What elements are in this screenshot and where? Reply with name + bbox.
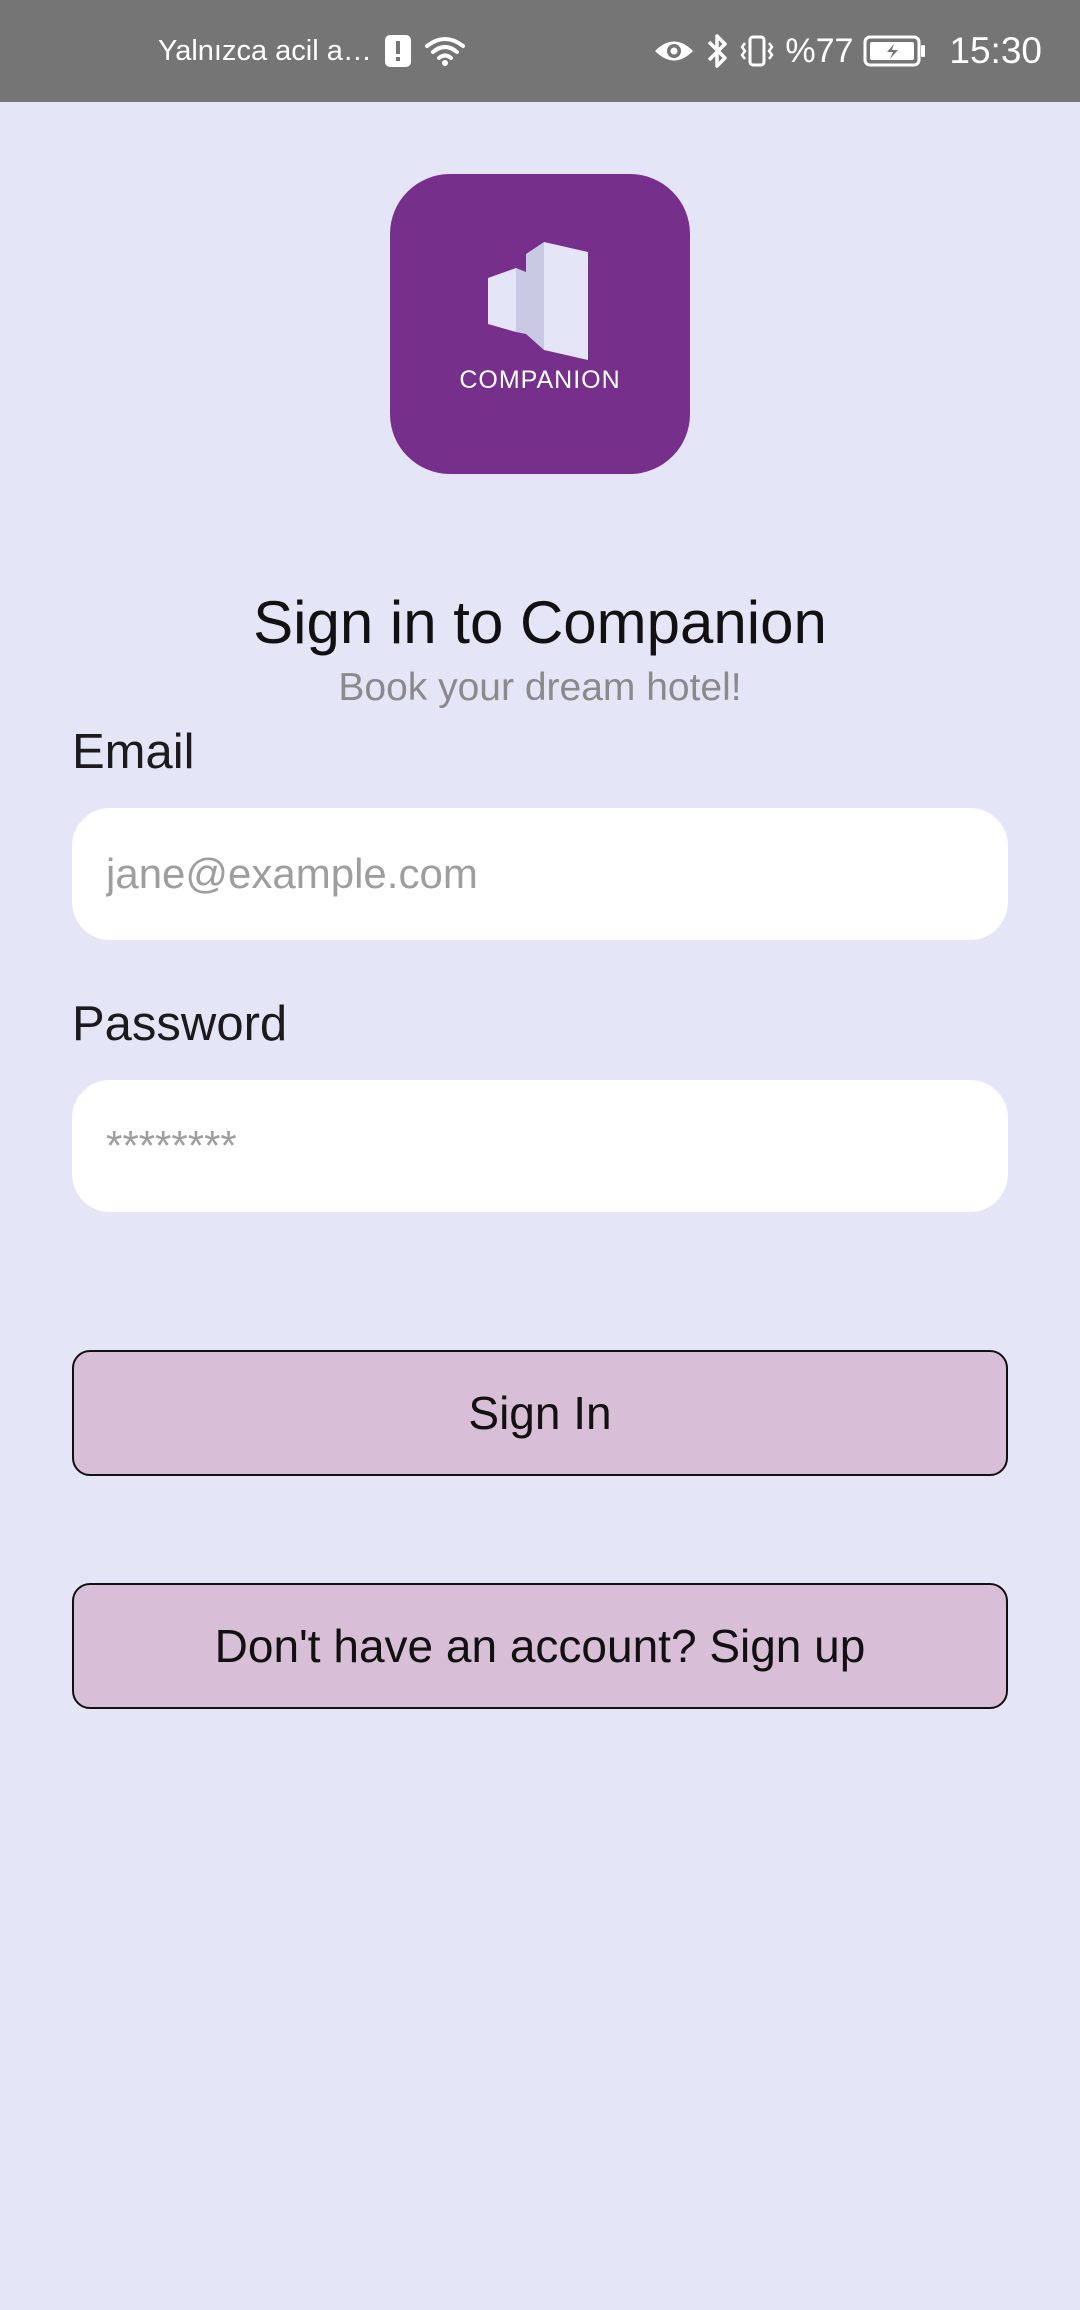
status-right: %77 15:30 [653, 0, 1042, 102]
building-icon [486, 240, 594, 365]
page-title: Sign in to Companion [253, 589, 827, 656]
status-left: Yalnızca acil a… [158, 0, 466, 102]
alert-icon [384, 34, 412, 68]
sign-up-button[interactable]: Don't have an account? Sign up [72, 1583, 1008, 1709]
app-logo: COMPANION [390, 174, 690, 474]
eye-icon [653, 36, 695, 66]
clock: 15:30 [949, 30, 1042, 71]
sign-in-button[interactable]: Sign In [72, 1350, 1008, 1476]
vibrate-icon [739, 33, 775, 69]
email-label: Email [72, 725, 195, 779]
logo-text: COMPANION [459, 366, 621, 394]
password-field[interactable] [72, 1080, 1008, 1212]
carrier-text: Yalnızca acil a… [158, 34, 372, 67]
battery-icon [863, 35, 927, 67]
email-field[interactable] [72, 808, 1008, 940]
bluetooth-icon [705, 32, 729, 70]
password-label: Password [72, 997, 288, 1051]
battery-percent: %77 [785, 31, 854, 70]
wifi-icon [424, 34, 466, 68]
page-subtitle: Book your dream hotel! [338, 666, 742, 709]
status-bar: Yalnızca acil a… %77 15:30 [0, 0, 1080, 102]
